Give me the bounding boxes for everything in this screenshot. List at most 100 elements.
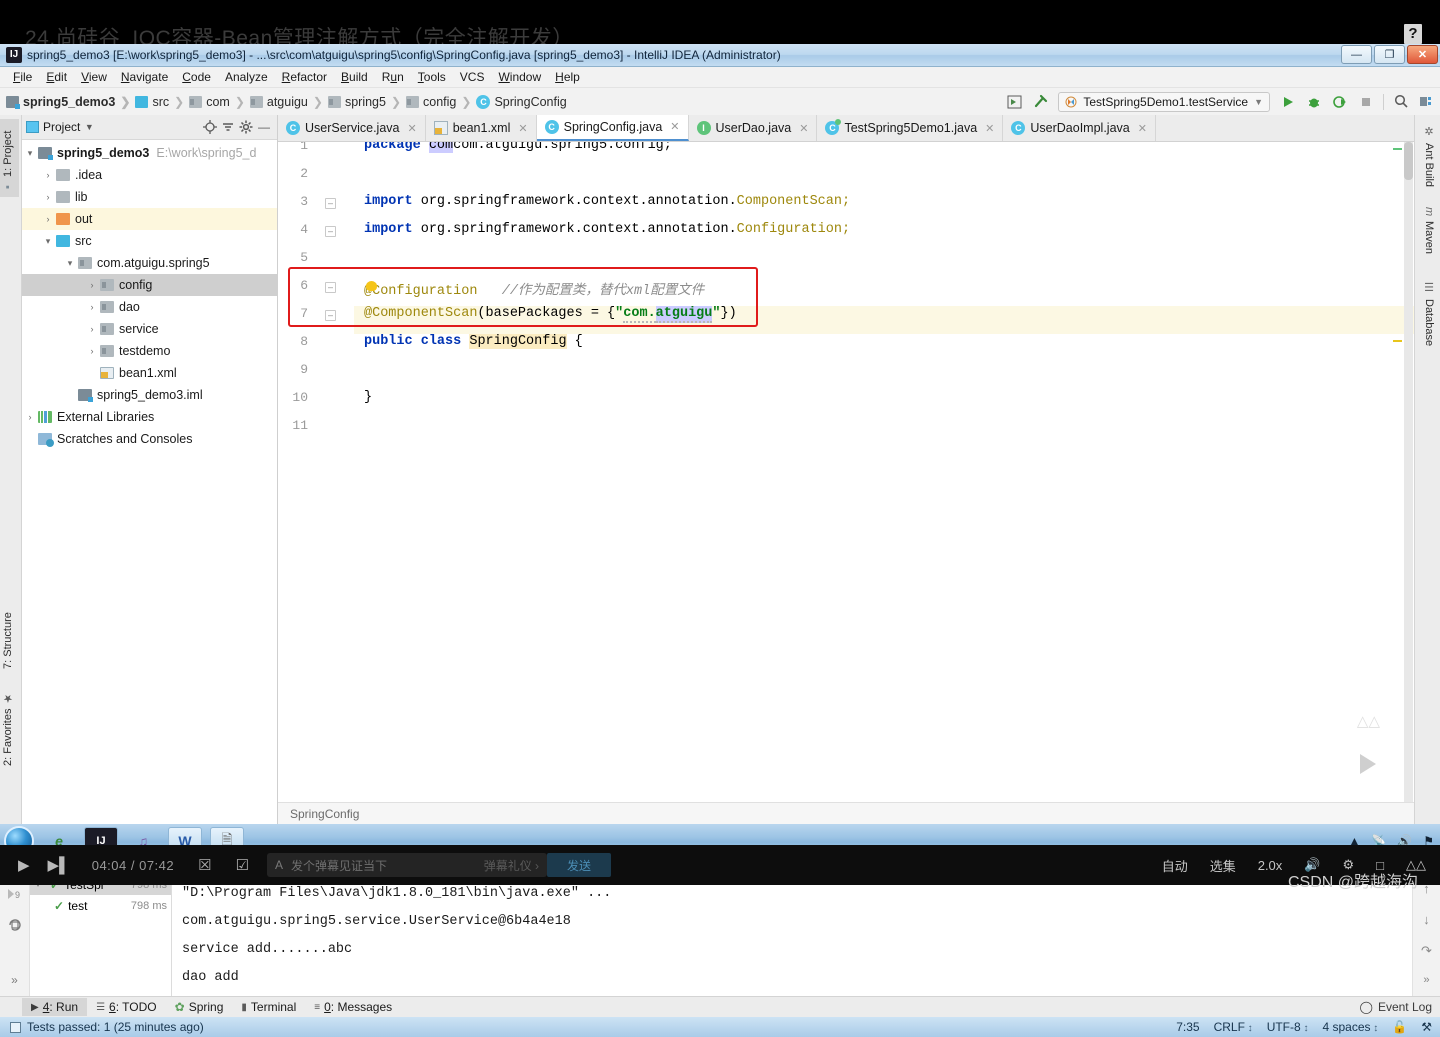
rail-tab-database[interactable]: ☰ Database <box>1416 277 1440 355</box>
menu-tools[interactable]: Tools <box>411 68 453 86</box>
console-output[interactable]: "D:\Program Files\Java\jdk1.8.0_181\bin\… <box>172 874 1440 996</box>
bottom-tab-spring[interactable]: ✿ Spring <box>166 998 233 1016</box>
close-button[interactable]: ✕ <box>1407 45 1438 64</box>
breadcrumb-item-com[interactable]: com ❯ <box>189 95 250 109</box>
intention-bulb-icon[interactable] <box>366 281 377 294</box>
bottom-tab-messages[interactable]: ≡ 0: Messages <box>305 998 401 1016</box>
scroll-down-icon[interactable]: ↓ <box>1423 913 1431 928</box>
close-tab-icon[interactable]: ✕ <box>670 120 679 133</box>
tree-item-external-libraries[interactable]: › External Libraries <box>22 406 277 428</box>
bottom-tab-todo[interactable]: ☰ 6: TODO <box>87 998 166 1016</box>
expand-arrow-icon[interactable]: ▾ <box>62 258 78 269</box>
rail-tab-project[interactable]: ▪ 1: Project <box>0 119 19 197</box>
video-play-overlay-button[interactable] <box>1336 735 1394 793</box>
bottom-tab-terminal[interactable]: ▮ Terminal <box>232 998 305 1016</box>
rail-tab-structure[interactable]: 7: Structure <box>0 585 19 673</box>
expand-arrow-icon[interactable]: ▾ <box>40 236 56 247</box>
menu-analyze[interactable]: Analyze <box>218 68 275 86</box>
editor-tab-springconfig[interactable]: C SpringConfig.java ✕ <box>536 115 689 141</box>
chevron-down-icon[interactable]: ▼ <box>80 118 98 136</box>
file-encoding[interactable]: UTF-8 <box>1267 1020 1309 1034</box>
run-button[interactable] <box>1279 93 1296 110</box>
search-icon[interactable] <box>1393 93 1410 110</box>
project-structure-icon[interactable] <box>1419 93 1436 110</box>
tree-item-out[interactable]: › out <box>22 208 277 230</box>
editor-scrollbar-thumb[interactable] <box>1404 142 1413 180</box>
danmu-send-button[interactable]: 发送 <box>547 853 612 877</box>
menu-help[interactable]: Help <box>548 68 587 86</box>
help-badge-icon[interactable]: ? <box>1404 24 1422 44</box>
stop-button[interactable] <box>1357 93 1374 110</box>
close-tab-icon[interactable]: ✕ <box>799 122 808 135</box>
toggle-auto-test-button[interactable] <box>6 916 24 934</box>
tree-item-scratches[interactable]: Scratches and Consoles <box>22 428 277 450</box>
tree-item-config[interactable]: › config <box>22 274 277 296</box>
build-hammer-icon[interactable] <box>1032 93 1049 110</box>
danmu-etiquette-link[interactable]: 弹幕礼仪 › <box>484 857 539 874</box>
menu-vcs[interactable]: VCS <box>453 68 492 86</box>
unlock-icon[interactable]: 🔓 <box>1392 1020 1407 1034</box>
editor-tab-userdaoimpl[interactable]: C UserDaoImpl.java ✕ <box>1003 115 1156 141</box>
inspections-icon[interactable]: ⚒ <box>1421 1020 1432 1034</box>
tree-item-bean1-xml[interactable]: bean1.xml <box>22 362 277 384</box>
breadcrumb-item-class[interactable]: C SpringConfig <box>476 94 567 109</box>
danmu-style-icon[interactable]: A <box>275 858 283 872</box>
locate-target-icon[interactable] <box>201 118 219 136</box>
danmu-input[interactable]: A 发个弹幕见证当下 弹幕礼仪 › <box>267 853 548 877</box>
tree-item-dao[interactable]: › dao <box>22 296 277 318</box>
minimize-button[interactable]: — <box>1341 45 1372 64</box>
editor-tab-userservice[interactable]: C UserService.java ✕ <box>278 115 426 141</box>
tree-item-spring5-demo3[interactable]: ▾ spring5_demo3 E:\work\spring5_d <box>22 142 277 164</box>
rerun-failed-tests-button[interactable]: 9 <box>6 885 24 903</box>
editor-tab-testspring5demo1[interactable]: C TestSpring5Demo1.java ✕ <box>817 115 1004 141</box>
fold-marker-icon[interactable]: – <box>325 198 336 209</box>
event-log-button[interactable]: ◯ Event Log <box>1360 1000 1432 1014</box>
line-separator[interactable]: CRLF <box>1214 1020 1253 1034</box>
editor-tab-userdao[interactable]: I UserDao.java ✕ <box>688 115 818 141</box>
editor-tab-bean1xml[interactable]: bean1.xml ✕ <box>425 115 537 141</box>
expand-arrow-icon[interactable]: › <box>84 302 100 312</box>
playback-speed-button[interactable]: 2.0x <box>1258 858 1283 873</box>
close-tab-icon[interactable]: ✕ <box>518 122 527 135</box>
close-tab-icon[interactable]: ✕ <box>407 122 416 135</box>
status-message-area[interactable]: Tests passed: 1 (25 minutes ago) <box>0 1020 204 1034</box>
tree-item-lib[interactable]: › lib <box>22 186 277 208</box>
expand-arrow-icon[interactable]: › <box>40 214 56 224</box>
expand-arrow-icon[interactable]: › <box>22 412 38 422</box>
tree-item-com-atguigu-spring5[interactable]: ▾ com.atguigu.spring5 <box>22 252 277 274</box>
close-tab-icon[interactable]: ✕ <box>985 122 994 135</box>
menu-code[interactable]: Code <box>175 68 218 86</box>
test-tree[interactable]: ▾ ✓ TestSpi 798 ms ✓ test 798 ms <box>30 874 172 996</box>
menu-run[interactable]: Run <box>375 68 411 86</box>
close-tab-icon[interactable]: ✕ <box>1138 122 1147 135</box>
select-in-project-icon[interactable] <box>1006 93 1023 110</box>
more-actions-icon[interactable]: » <box>1423 975 1430 987</box>
danmu-off-icon[interactable]: ☒ <box>198 856 211 874</box>
run-configuration-selector[interactable]: TestSpring5Demo1.testService ▼ <box>1058 91 1270 112</box>
caret-position[interactable]: 7:35 <box>1176 1020 1199 1034</box>
breadcrumb-item-config[interactable]: config ❯ <box>406 95 476 109</box>
episode-list-button[interactable]: 选集 <box>1210 856 1236 875</box>
rail-tab-favorites[interactable]: 2: Favorites ★ <box>0 680 19 770</box>
editor-gutter[interactable]: 1 2 3 4 5 6 7 8 9 10 11 – – – – <box>278 142 354 802</box>
rail-tab-ant-build[interactable]: ✲ Ant Build <box>1416 121 1440 193</box>
expand-arrow-icon[interactable]: › <box>84 346 100 356</box>
indent-setting[interactable]: 4 spaces <box>1322 1020 1378 1034</box>
bottom-tab-run[interactable]: ▶ 4: Run <box>22 998 88 1016</box>
menu-edit[interactable]: Edit <box>39 68 74 86</box>
hide-panel-icon[interactable]: — <box>255 118 273 136</box>
tree-item-service[interactable]: › service <box>22 318 277 340</box>
code-editor[interactable]: 1 2 3 4 5 6 7 8 9 10 11 – – – – package … <box>278 142 1414 802</box>
editor-breadcrumb-bar[interactable]: SpringConfig <box>278 802 1414 824</box>
video-play-button[interactable]: ▶ <box>18 856 30 874</box>
fold-marker-icon[interactable]: – <box>325 226 336 237</box>
tree-item-idea[interactable]: › .idea <box>22 164 277 186</box>
menu-build[interactable]: Build <box>334 68 375 86</box>
tree-item-src[interactable]: ▾ src <box>22 230 277 252</box>
run-with-coverage-button[interactable] <box>1331 93 1348 110</box>
danmu-settings-icon[interactable]: ☑ <box>236 856 249 874</box>
fold-marker-icon[interactable]: – <box>325 310 336 321</box>
test-tree-row-test[interactable]: ✓ test 798 ms <box>30 895 171 916</box>
maximize-button[interactable]: ❐ <box>1374 45 1405 64</box>
auto-quality-button[interactable]: 自动 <box>1162 856 1188 875</box>
